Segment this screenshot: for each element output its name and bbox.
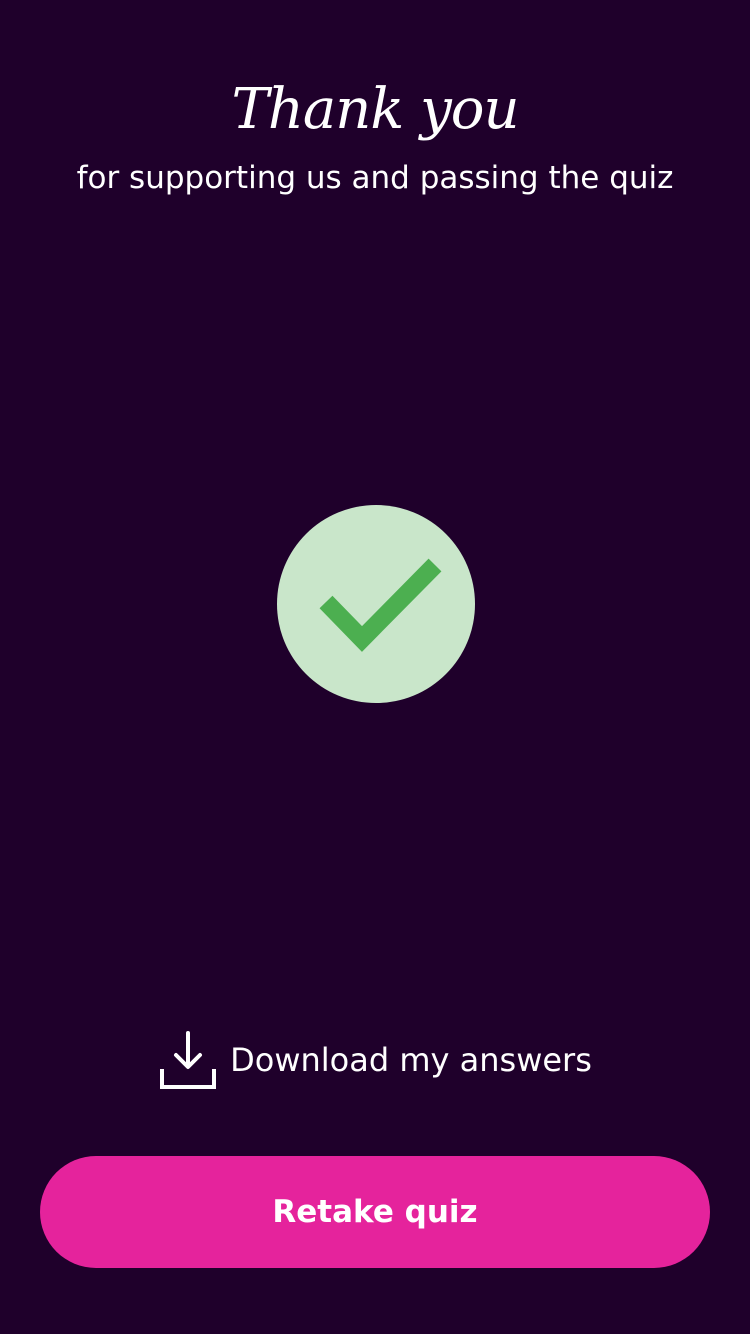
check-circle-icon — [277, 505, 475, 703]
header: Thank you for supporting us and passing … — [0, 70, 750, 198]
retake-quiz-label: Retake quiz — [272, 1194, 478, 1230]
download-icon — [160, 1031, 217, 1089]
download-answers-label: Download my answers — [230, 1041, 592, 1079]
checkmark-icon — [319, 558, 442, 652]
page-subtitle: for supporting us and passing the quiz — [76, 160, 674, 196]
download-answers-link[interactable]: Download my answers — [0, 1026, 750, 1094]
retake-quiz-button[interactable]: Retake quiz — [40, 1156, 710, 1268]
page-title: Thank you — [231, 77, 519, 142]
